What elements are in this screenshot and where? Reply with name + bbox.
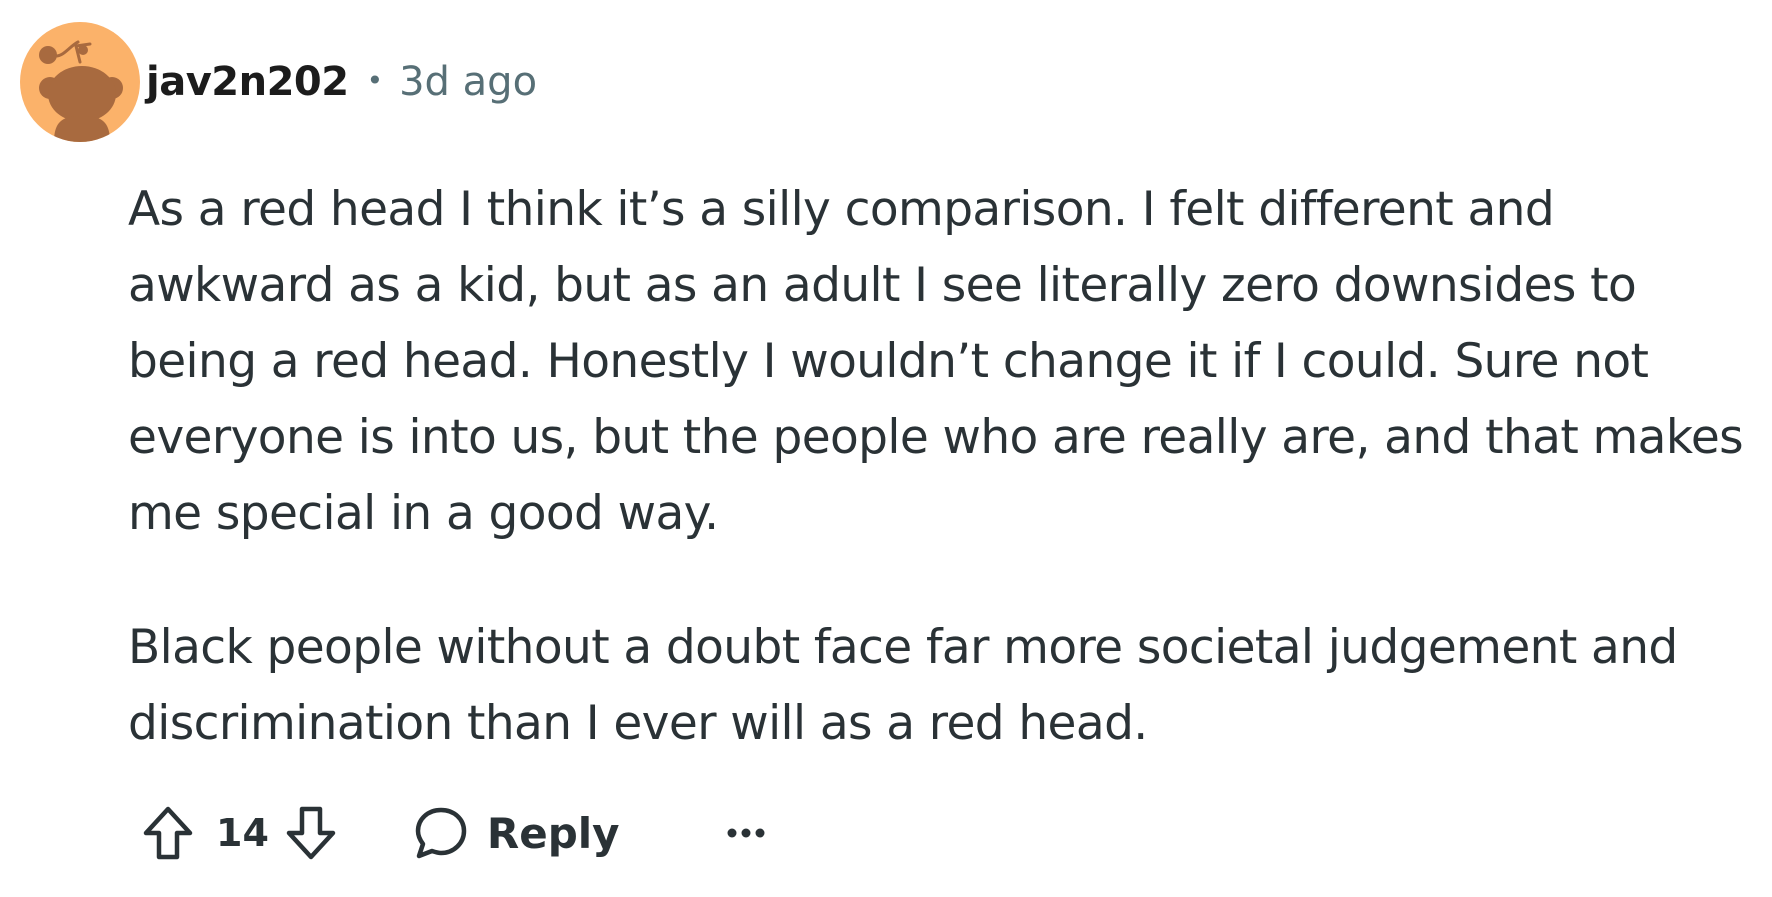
username[interactable]: jav2n202 bbox=[146, 59, 349, 105]
downvote-button[interactable] bbox=[281, 803, 341, 863]
upvote-button[interactable] bbox=[138, 803, 198, 863]
reply-label: Reply bbox=[486, 808, 620, 858]
timestamp[interactable]: 3d ago bbox=[399, 59, 537, 105]
comment-actions: 14 Reply bbox=[138, 795, 776, 871]
speech-bubble-icon bbox=[415, 807, 467, 859]
comment-header: jav2n202 • 3d ago bbox=[20, 22, 537, 142]
comment-paragraph: As a red head I think it’s a silly compa… bbox=[128, 182, 1744, 541]
reply-button[interactable]: Reply bbox=[413, 805, 620, 861]
comment: jav2n202 • 3d ago As a red head I think … bbox=[0, 0, 1772, 897]
more-options-button[interactable] bbox=[716, 803, 776, 863]
ellipsis-icon bbox=[727, 828, 765, 838]
avatar[interactable] bbox=[20, 22, 140, 142]
comment-paragraph: Black people without a doubt face far mo… bbox=[128, 620, 1678, 751]
comment-body: As a red head I think it’s a silly compa… bbox=[128, 172, 1748, 762]
vote-score: 14 bbox=[216, 811, 269, 855]
downvote-arrow-icon bbox=[286, 806, 336, 860]
upvote-arrow-icon bbox=[143, 806, 193, 860]
meta-separator: • bbox=[366, 63, 384, 97]
snoo-avatar-icon bbox=[39, 40, 123, 142]
